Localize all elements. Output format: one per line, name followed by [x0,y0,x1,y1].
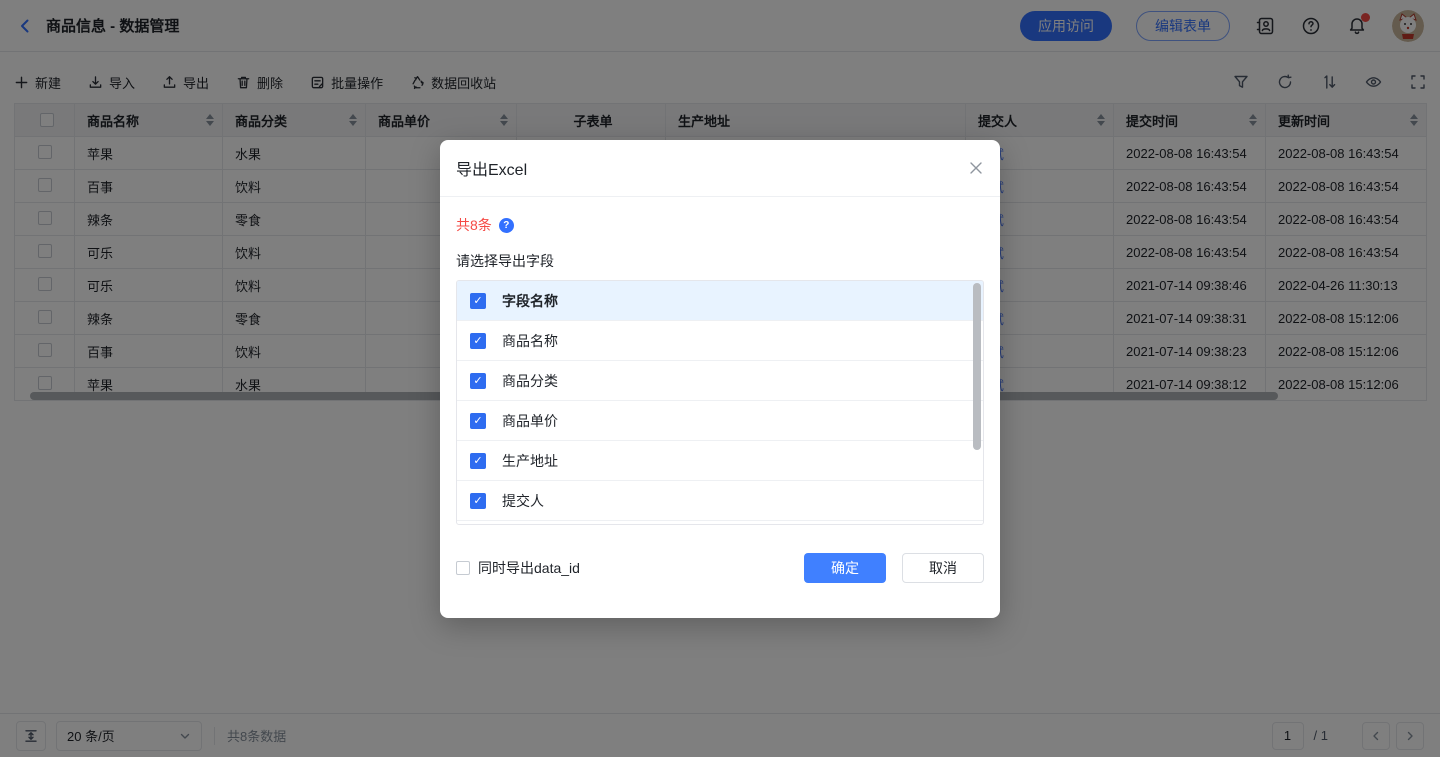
field-row[interactable]: ✓ 提交人 [457,481,983,521]
field-checkbox-checked[interactable]: ✓ [470,333,486,349]
close-icon[interactable] [968,160,984,176]
export-excel-dialog: 导出Excel 共8条 ? 请选择导出字段 ✓ 字段名称 ✓ 商品名称 ✓ 商品分类 ✓ 商品… [440,140,1000,618]
dialog-title: 导出Excel [456,156,527,180]
vertical-scrollbar[interactable] [973,283,981,450]
field-row[interactable]: ✓ 商品单价 [457,401,983,441]
field-checkbox-checked[interactable]: ✓ [470,493,486,509]
field-label: 商品分类 [502,371,558,391]
confirm-button[interactable]: 确定 [804,553,886,583]
field-checkbox-checked[interactable]: ✓ [470,293,486,309]
app-window: 商品信息 - 数据管理 应用访问 编辑表单 新建 [0,0,1440,757]
field-row[interactable]: ✓ 商品分类 [457,361,983,401]
field-label: 商品名称 [502,331,558,351]
dataid-checkbox[interactable] [456,561,470,575]
field-checkbox-checked[interactable]: ✓ [470,373,486,389]
record-count: 共8条 [456,215,492,235]
field-label: 商品单价 [502,411,558,431]
field-row[interactable]: ✓ 商品名称 [457,321,983,361]
field-list: ✓ 字段名称 ✓ 商品名称 ✓ 商品分类 ✓ 商品单价 ✓ 生产地址 ✓ 提交人 [456,280,984,525]
field-row[interactable]: ✓ 生产地址 [457,441,983,481]
field-label: 字段名称 [502,291,558,311]
export-dataid-option[interactable]: 同时导出data_id [456,558,580,578]
field-row[interactable]: ✓ 字段名称 [457,281,983,321]
dataid-label: 同时导出data_id [478,558,580,578]
field-checkbox-checked[interactable]: ✓ [470,453,486,469]
field-checkbox-checked[interactable]: ✓ [470,413,486,429]
select-fields-label: 请选择导出字段 [456,251,984,271]
cancel-button[interactable]: 取消 [902,553,984,583]
help-badge-icon[interactable]: ? [499,218,514,233]
field-label: 提交人 [502,491,544,511]
field-label: 生产地址 [502,451,558,471]
